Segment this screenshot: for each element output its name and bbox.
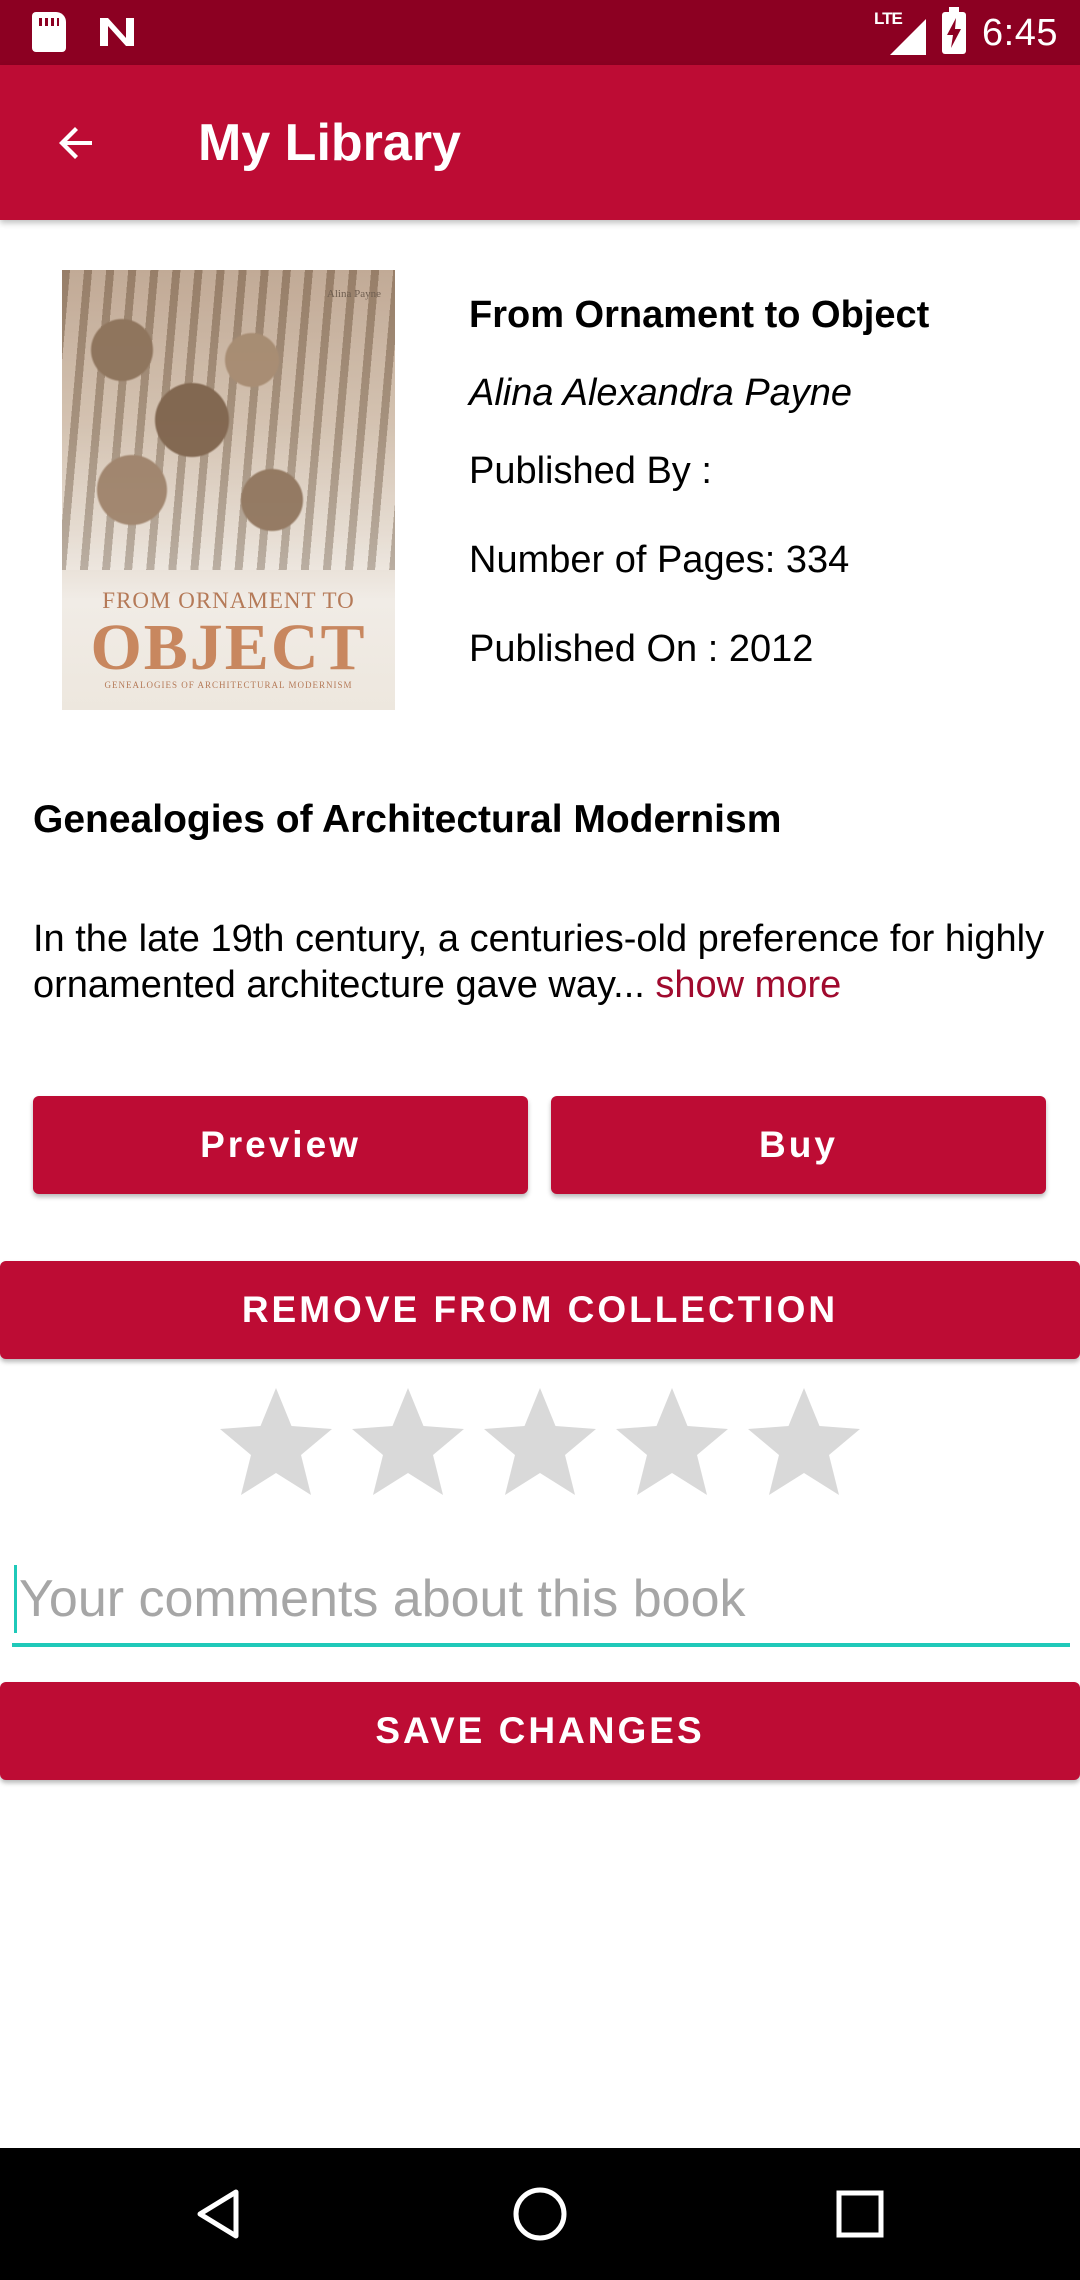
status-right: LTE 6:45	[874, 7, 1058, 58]
nav-home-icon[interactable]	[502, 2176, 578, 2252]
book-title: From Ornament to Object	[469, 294, 930, 336]
nav-back-icon[interactable]	[182, 2176, 258, 2252]
star-icon[interactable]	[612, 1380, 732, 1500]
buy-button[interactable]: Buy	[551, 1096, 1046, 1194]
cover-author: Alina Payne	[326, 288, 381, 300]
star-icon[interactable]	[348, 1380, 468, 1500]
book-info: From Ornament to Object Alina Alexandra …	[469, 285, 1049, 679]
published-by: Published By :	[469, 450, 712, 492]
arrow-back-icon[interactable]	[44, 111, 108, 175]
show-more-link[interactable]: show more	[655, 964, 841, 1006]
sd-card-icon	[32, 12, 66, 52]
star-icon[interactable]	[216, 1380, 336, 1500]
book-author: Alina Alexandra Payne	[469, 372, 853, 414]
cover-subtitle: GENEALOGIES OF ARCHITECTURAL MODERNISM	[104, 680, 353, 690]
navigation-bar	[0, 2148, 1080, 2280]
comment-input[interactable]: Your comments about this book	[12, 1555, 1070, 1647]
lte-signal-icon: LTE	[874, 9, 927, 55]
rating-bar[interactable]	[216, 1380, 864, 1500]
nav-recents-icon[interactable]	[822, 2176, 898, 2252]
remove-from-collection-button[interactable]: REMOVE FROM COLLECTION	[0, 1261, 1080, 1359]
status-bar: LTE 6:45	[0, 0, 1080, 65]
screen: LTE 6:45 My Library Alina Payne FROM ORN…	[0, 0, 1080, 2280]
comment-placeholder: Your comments about this book	[19, 1570, 746, 1628]
n-notification-icon	[96, 12, 138, 52]
app-bar: My Library	[0, 65, 1080, 220]
book-subtitle: Genealogies of Architectural Modernism	[33, 798, 782, 841]
preview-button[interactable]: Preview	[33, 1096, 528, 1194]
star-icon[interactable]	[480, 1380, 600, 1500]
page-count: Number of Pages: 334	[469, 539, 850, 581]
battery-charging-icon	[942, 7, 967, 54]
cover-title-line2: OBJECT	[90, 611, 367, 684]
status-time: 6:45	[982, 11, 1058, 54]
published-on: Published On : 2012	[469, 628, 814, 670]
star-icon[interactable]	[744, 1380, 864, 1500]
book-description: In the late 19th century, a centuries-ol…	[33, 916, 1053, 1008]
page-title: My Library	[198, 114, 461, 172]
book-cover-image: Alina Payne FROM ORNAMENT TO OBJECT GENE…	[62, 270, 395, 710]
status-left	[32, 12, 138, 52]
save-changes-button[interactable]: SAVE CHANGES	[0, 1682, 1080, 1780]
description-text: In the late 19th century, a centuries-ol…	[33, 918, 1045, 1006]
